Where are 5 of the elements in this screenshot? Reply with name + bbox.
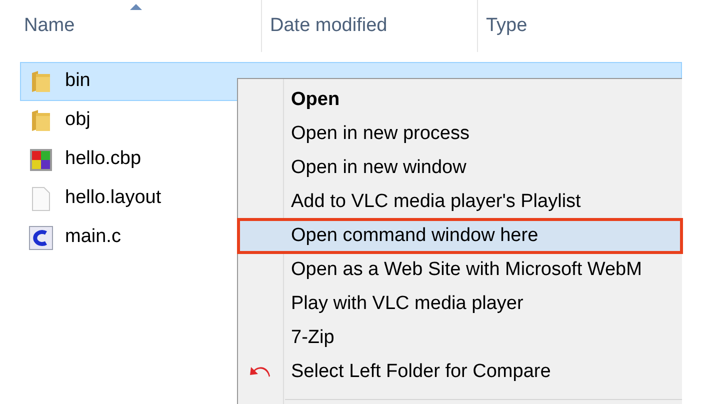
- file-name: hello.cbp: [65, 147, 142, 172]
- file-name: main.c: [65, 225, 121, 250]
- file-name: bin: [65, 69, 90, 94]
- file-name: obj: [65, 108, 90, 132]
- file-name: hello.layout: [65, 186, 162, 210]
